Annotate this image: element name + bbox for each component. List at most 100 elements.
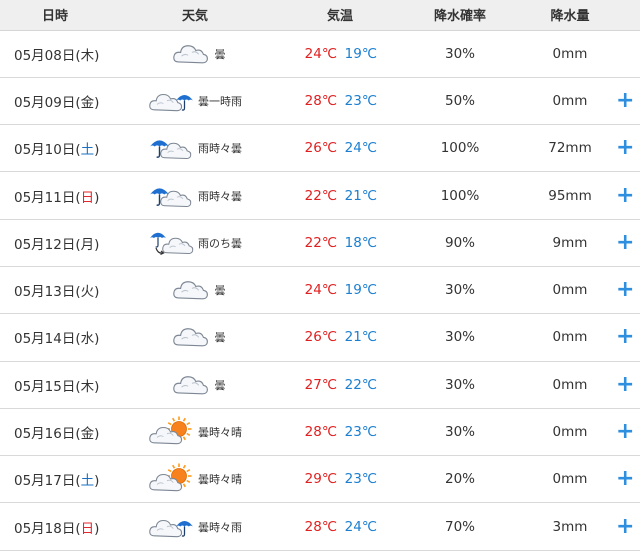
date-cell: 05月10日(土) — [0, 125, 110, 172]
precip-amount: 0mm — [552, 424, 588, 441]
temp-cell: 22℃ 21℃ — [280, 172, 400, 219]
min-temp: 24℃ — [344, 140, 377, 157]
weekly-forecast-table: 日時 天気 気温 降水確率 降水量 05月08日(木) 曇 24℃ 19℃ 30%… — [0, 0, 640, 551]
date-close: ) — [94, 378, 100, 395]
temp-cell: 29℃ 23℃ — [280, 456, 400, 503]
expand-cell — [620, 30, 640, 77]
expand-plus-icon[interactable]: + — [616, 515, 634, 538]
weather-cell: 曇一時雨 — [110, 77, 280, 124]
weather-text: 曇 — [214, 284, 226, 298]
day-of-week: 土 — [80, 473, 95, 490]
precip-amount: 0mm — [552, 329, 588, 346]
date-cell: 05月18日(日) — [0, 503, 110, 550]
expand-plus-icon[interactable]: + — [616, 421, 634, 443]
date-cell: 05月16日(金) — [0, 408, 110, 455]
expand-plus-icon[interactable]: + — [616, 184, 634, 207]
precip-prob: 30% — [444, 376, 475, 393]
forecast-row: 05月17日(土) 曇時々晴 29℃ 23℃ 20% 0mm + — [0, 456, 640, 503]
date-close: ) — [94, 331, 100, 348]
date-text: 05月18日( — [14, 520, 81, 537]
max-temp: 24℃ — [304, 45, 337, 62]
date-close: ) — [94, 94, 100, 111]
temp-cell: 22℃ 18℃ — [280, 219, 400, 266]
weather-text: 曇 — [214, 331, 226, 345]
precip-amount: 9mm — [552, 234, 588, 251]
expand-plus-icon[interactable]: + — [616, 231, 634, 254]
forecast-row: 05月12日(月) 雨のち曇 22℃ 18℃ 90% 9mm + — [0, 219, 640, 267]
precip-prob: 30% — [444, 282, 475, 299]
min-temp: 24℃ — [344, 518, 377, 535]
expand-cell: + — [616, 314, 640, 361]
expand-plus-icon[interactable]: + — [616, 279, 634, 301]
precip-amount: 0mm — [552, 92, 588, 109]
temp-cell: 24℃ 19℃ — [280, 266, 400, 313]
weather-cell: 曇 — [110, 361, 280, 408]
expand-cell: + — [616, 266, 640, 313]
date-close: ) — [94, 189, 100, 206]
expand-plus-icon[interactable]: + — [616, 89, 634, 112]
forecast-rows: 05月08日(木) 曇 24℃ 19℃ 30% 0mm 05月09日(金) 曇一… — [0, 30, 640, 551]
weather-text: 曇時々晴 — [198, 473, 242, 487]
date-text: 05月08日( — [14, 47, 81, 64]
date-text: 05月17日( — [14, 473, 81, 490]
expand-plus-icon[interactable]: + — [616, 137, 634, 159]
umbrella-then-cloud-icon — [148, 226, 196, 260]
day-of-week: 土 — [80, 142, 95, 159]
umbrella-cloud-icon — [148, 179, 196, 213]
weather-cell: 曇時々晴 — [110, 456, 280, 503]
date-close: ) — [94, 520, 100, 537]
cloud-sun-icon — [148, 462, 196, 496]
day-of-week: 金 — [80, 426, 95, 443]
weather-text: 雨時々曇 — [198, 189, 242, 203]
max-temp: 27℃ — [304, 376, 337, 393]
max-temp: 28℃ — [304, 424, 337, 441]
date-text: 05月16日( — [14, 426, 81, 443]
date-text: 05月12日( — [14, 236, 81, 253]
date-cell: 05月08日(木) — [0, 30, 110, 77]
forecast-row: 05月09日(金) 曇一時雨 28℃ 23℃ 50% 0mm + — [0, 77, 640, 125]
expand-plus-icon[interactable]: + — [616, 326, 634, 348]
weather-text: 曇時々晴 — [198, 426, 242, 440]
expand-cell: + — [616, 172, 640, 219]
date-text: 05月09日( — [14, 94, 81, 111]
expand-cell: + — [616, 408, 640, 455]
min-temp: 22℃ — [344, 376, 377, 393]
cloud-icon — [165, 37, 213, 71]
cloud-icon — [165, 368, 213, 402]
temp-cell: 26℃ 21℃ — [280, 314, 400, 361]
date-close: ) — [94, 426, 100, 443]
expand-plus-icon[interactable]: + — [616, 468, 634, 490]
weather-cell: 曇 — [110, 314, 280, 361]
cloud-umbrella-icon — [148, 510, 196, 544]
table-header: 日時 天気 気温 降水確率 降水量 — [0, 0, 640, 31]
day-of-week: 日 — [80, 189, 95, 206]
max-temp: 28℃ — [304, 518, 337, 535]
date-close: ) — [94, 142, 100, 159]
date-text: 05月13日( — [14, 284, 81, 301]
expand-cell: + — [616, 125, 640, 172]
max-temp: 26℃ — [304, 140, 337, 157]
weather-cell: 曇 — [110, 30, 280, 77]
max-temp: 26℃ — [304, 329, 337, 346]
cloud-icon — [165, 273, 213, 307]
min-temp: 19℃ — [344, 282, 377, 299]
weather-text: 雨のち曇 — [198, 236, 242, 250]
date-cell: 05月14日(水) — [0, 314, 110, 361]
expand-plus-icon[interactable]: + — [616, 373, 634, 396]
date-close: ) — [94, 284, 100, 301]
precip-prob: 70% — [444, 518, 475, 535]
cloud-sun-icon — [148, 415, 196, 449]
day-of-week: 日 — [80, 520, 95, 537]
precip-prob: 30% — [444, 45, 475, 62]
max-temp: 29℃ — [304, 471, 337, 488]
forecast-row: 05月14日(水) 曇 26℃ 21℃ 30% 0mm + — [0, 314, 640, 362]
weather-cell: 雨のち曇 — [110, 219, 280, 266]
weather-text: 曇 — [214, 378, 226, 392]
max-temp: 22℃ — [304, 234, 337, 251]
min-temp: 23℃ — [344, 92, 377, 109]
expand-cell: + — [616, 77, 640, 124]
precip-amount: 0mm — [552, 471, 588, 488]
forecast-row: 05月10日(土) 雨時々曇 26℃ 24℃ 100% 72mm + — [0, 125, 640, 172]
header-expand — [620, 0, 640, 31]
temp-cell: 28℃ 23℃ — [280, 408, 400, 455]
